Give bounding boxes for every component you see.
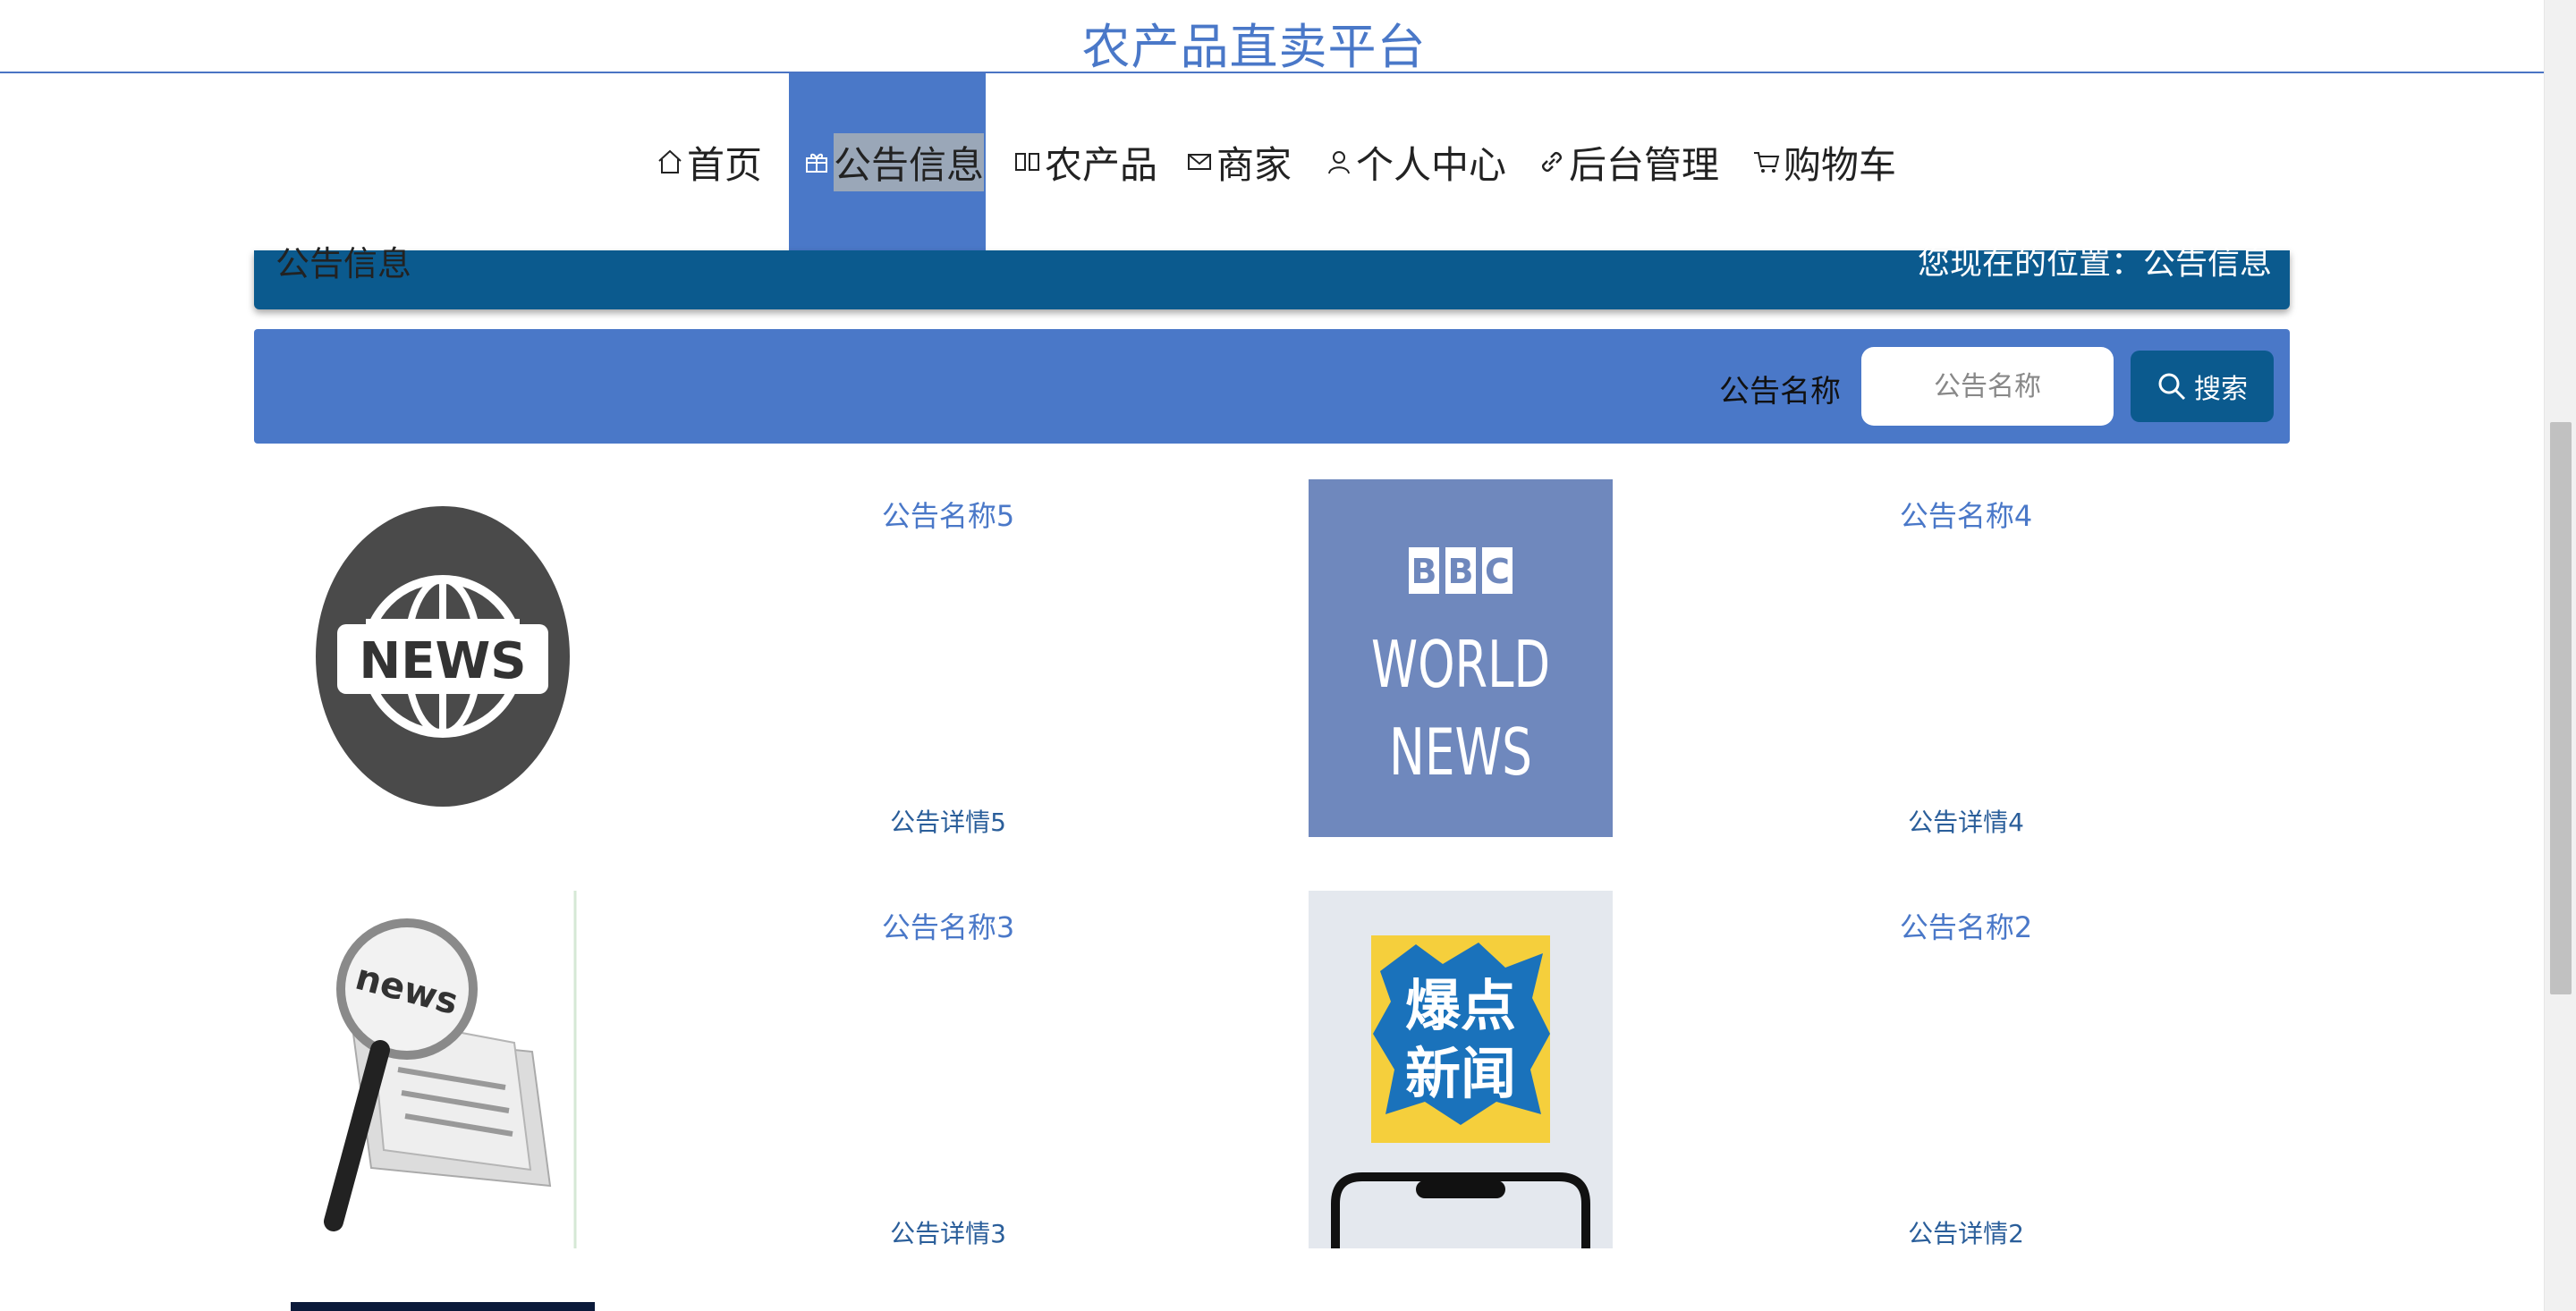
mail-icon <box>1184 147 1215 177</box>
svg-text:C: C <box>1485 552 1510 591</box>
notice-detail: 公告详情4 <box>1908 808 2024 837</box>
svg-text:NEWS: NEWS <box>359 632 526 690</box>
vertical-scrollbar[interactable] <box>2544 0 2576 1311</box>
notice-detail: 公告详情5 <box>890 808 1006 837</box>
nav-item-products[interactable]: 农产品 <box>1013 73 1157 250</box>
hot-news-poster-image[interactable]: 爆点 新闻 <box>1309 891 1613 1248</box>
link-icon <box>1537 147 1567 177</box>
nav-label: 个人中心 <box>1356 142 1507 187</box>
search-button[interactable]: 搜索 <box>2131 351 2274 422</box>
scrollbar-thumb[interactable] <box>2550 422 2572 994</box>
notice-card[interactable]: 爆点 新闻 公告名称2 公告详情2 <box>1309 891 2319 1248</box>
svg-text:B: B <box>1411 552 1437 591</box>
notice-name[interactable]: 公告名称3 <box>595 905 1301 946</box>
notice-card[interactable]: NEWS 公告名称5 公告详情5 <box>291 479 1301 837</box>
breadcrumb: 您现在的位置：公告信息 <box>1917 245 2272 282</box>
news-globe-image[interactable]: NEWS <box>291 479 595 837</box>
svg-text:WORLD: WORLD <box>1371 627 1550 702</box>
search-bar: 公告名称 搜索 <box>254 329 2290 444</box>
svg-text:B: B <box>1448 552 1474 591</box>
nav-item-merchants[interactable]: 商家 <box>1184 73 1292 250</box>
nav-label: 后台管理 <box>1569 142 1720 187</box>
newspaper-magnifier-image[interactable]: news <box>291 891 595 1248</box>
nav-item-notices[interactable]: 公告信息 <box>789 73 986 250</box>
user-icon <box>1324 147 1354 177</box>
nav-item-cart[interactable]: 购物车 <box>1751 73 1896 250</box>
main-nav: 首页 公告信息 农产品 商家 个人中心 后台管理 购物车 <box>0 73 2544 250</box>
site-header: 农产品直卖平台 <box>0 0 2544 75</box>
notice-name[interactable]: 公告名称2 <box>1613 905 2319 946</box>
notice-detail: 公告详情2 <box>1908 1219 2024 1248</box>
poster-text: 爆点 <box>1405 973 1516 1038</box>
notice-name[interactable]: 公告名称5 <box>595 494 1301 535</box>
breadcrumb-bar: 公告信息 您现在的位置：公告信息 <box>254 244 2290 309</box>
poster-text: 新闻 <box>1405 1041 1516 1106</box>
nav-item-personal-center[interactable]: 个人中心 <box>1324 73 1506 250</box>
notice-detail: 公告详情3 <box>890 1219 1006 1248</box>
nav-label: 首页 <box>687 142 763 187</box>
gift-icon <box>801 147 832 177</box>
notice-name[interactable]: 公告名称4 <box>1613 494 2319 535</box>
search-button-label: 搜索 <box>2194 374 2248 405</box>
nav-item-admin[interactable]: 后台管理 <box>1537 73 1719 250</box>
bbc-world-news-image[interactable]: B B C WORLD NEWS <box>1309 479 1613 837</box>
nav-item-home[interactable]: 首页 <box>655 73 762 250</box>
svg-text:NEWS: NEWS <box>1389 715 1532 790</box>
nav-label: 公告信息 <box>834 132 985 191</box>
site-title: 农产品直卖平台 <box>1081 19 1427 75</box>
nav-label: 购物车 <box>1784 142 1897 187</box>
notice-card[interactable]: B B C WORLD NEWS 公告名称4 公告详情4 <box>1309 479 2319 837</box>
nav-label: 商家 <box>1216 142 1292 187</box>
nav-label: 农产品 <box>1045 142 1158 187</box>
columns-icon <box>1013 147 1043 177</box>
page-title: 公告信息 <box>275 244 412 283</box>
search-icon <box>2158 373 2186 401</box>
search-input[interactable] <box>1861 347 2114 426</box>
next-notice-image-edge <box>291 1302 595 1311</box>
cart-icon <box>1751 147 1782 177</box>
search-label: 公告名称 <box>1719 374 1841 410</box>
home-icon <box>655 147 685 177</box>
notice-card[interactable]: news 公告名称3 公告详情3 <box>291 891 1301 1248</box>
